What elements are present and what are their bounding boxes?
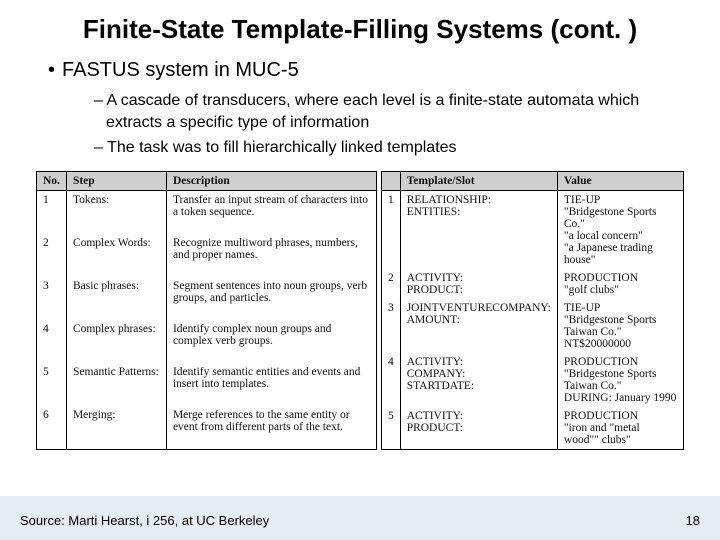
page-number: 18 [686, 513, 700, 528]
col-header: Template/Slot [400, 171, 557, 190]
col-header [381, 171, 400, 190]
cell: 2 [37, 234, 67, 277]
templates-table: Template/Slot Value 1RELATIONSHIP: ENTIT… [381, 171, 684, 450]
cell: 5 [37, 363, 67, 406]
bullet-level-2: – A cascade of transducers, where each l… [94, 90, 684, 133]
cell: 3 [37, 277, 67, 320]
cell: Transfer an input stream of characters i… [166, 190, 376, 234]
cell: Identify complex noun groups and complex… [166, 320, 376, 363]
bullet-level-2: – The task was to fill hierarchically li… [94, 137, 684, 159]
cell: TIE-UP "Bridgestone Sports Taiwan Co." N… [557, 299, 683, 353]
col-header: Step [66, 171, 166, 190]
bullet-level-1: •FASTUS system in MUC-5 [48, 59, 684, 82]
steps-table: No. Step Description 1Tokens:Transfer an… [36, 171, 377, 450]
cell: 1 [37, 190, 67, 234]
cell: Tokens: [66, 190, 166, 234]
cell: 6 [37, 406, 67, 450]
cell: ACTIVITY: COMPANY: STARTDATE: [400, 353, 557, 407]
cell: Merge references to the same entity or e… [166, 406, 376, 450]
table-row: 6Merging:Merge references to the same en… [37, 406, 377, 450]
slide: Finite-State Template-Filling Systems (c… [0, 0, 720, 540]
table-row: 5Semantic Patterns:Identify semantic ent… [37, 363, 377, 406]
col-header: Value [557, 171, 683, 190]
col-header: Description [166, 171, 376, 190]
cell: Complex phrases: [66, 320, 166, 363]
cell: 4 [381, 353, 400, 407]
table-row: 1RELATIONSHIP: ENTITIES:TIE-UP "Bridgest… [381, 190, 683, 269]
cell: Merging: [66, 406, 166, 450]
slide-title: Finite-State Template-Filling Systems (c… [36, 14, 684, 45]
cell: 5 [381, 407, 400, 450]
bullet-dot: • [48, 59, 62, 82]
table-row: 3Basic phrases:Segment sentences into no… [37, 277, 377, 320]
source-text: Source: Marti Hearst, i 256, at UC Berke… [20, 513, 269, 528]
cell: PRODUCTION "iron and "metal wood"" clubs… [557, 407, 683, 450]
cell: TIE-UP "Bridgestone Sports Co." "a local… [557, 190, 683, 269]
bullet-text: A cascade of transducers, where each lev… [106, 92, 639, 131]
cell: PRODUCTION "golf clubs" [557, 269, 683, 299]
bullet-text: FASTUS system in MUC-5 [62, 59, 299, 81]
table-row: 3JOINTVENTURECOMPANY: AMOUNT:TIE-UP "Bri… [381, 299, 683, 353]
cell: Identify semantic entities and events an… [166, 363, 376, 406]
cell: 2 [381, 269, 400, 299]
table-row: 1Tokens:Transfer an input stream of char… [37, 190, 377, 234]
cell: 3 [381, 299, 400, 353]
cell: PRODUCTION "Bridgestone Sports Taiwan Co… [557, 353, 683, 407]
col-header: No. [37, 171, 67, 190]
cell: ACTIVITY: PRODUCT: [400, 407, 557, 450]
cell: 1 [381, 190, 400, 269]
table-row: 2ACTIVITY: PRODUCT:PRODUCTION "golf club… [381, 269, 683, 299]
cell: Recognize multiword phrases, numbers, an… [166, 234, 376, 277]
footer-bar: Source: Marti Hearst, i 256, at UC Berke… [0, 496, 720, 540]
tables-row: No. Step Description 1Tokens:Transfer an… [36, 171, 684, 450]
cell: 4 [37, 320, 67, 363]
cell: ACTIVITY: PRODUCT: [400, 269, 557, 299]
cell: Segment sentences into noun groups, verb… [166, 277, 376, 320]
bullet-text: The task was to fill hierarchically link… [107, 139, 456, 156]
cell: JOINTVENTURECOMPANY: AMOUNT: [400, 299, 557, 353]
table-row: 2Complex Words:Recognize multiword phras… [37, 234, 377, 277]
table-row: 4ACTIVITY: COMPANY: STARTDATE:PRODUCTION… [381, 353, 683, 407]
cell: Complex Words: [66, 234, 166, 277]
cell: RELATIONSHIP: ENTITIES: [400, 190, 557, 269]
table-row: 4Complex phrases:Identify complex noun g… [37, 320, 377, 363]
cell: Semantic Patterns: [66, 363, 166, 406]
cell: Basic phrases: [66, 277, 166, 320]
table-row: 5ACTIVITY: PRODUCT:PRODUCTION "iron and … [381, 407, 683, 450]
